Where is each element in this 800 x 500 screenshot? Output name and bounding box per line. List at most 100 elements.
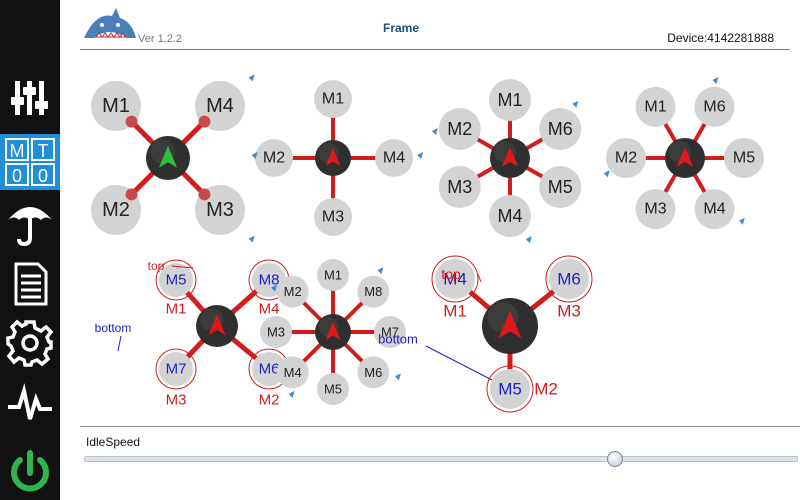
shark-logo xyxy=(84,8,136,38)
motor-label: M2 xyxy=(263,150,285,167)
tuning-sliders-icon[interactable] xyxy=(0,70,60,126)
spin-direction-icon xyxy=(251,341,258,345)
motor-label: M2 xyxy=(284,284,302,299)
motor-bottom-label: M1 xyxy=(166,301,187,318)
spin-direction-icon xyxy=(377,267,384,275)
motor-label: M3 xyxy=(206,199,234,221)
spin-direction-icon xyxy=(712,76,719,84)
spin-direction-icon xyxy=(288,390,295,398)
frame-option-hexa-plus[interactable]: M1 M6 M5 M4 M3 M2 xyxy=(603,76,767,237)
top-label: top xyxy=(441,266,461,282)
frame-option-quad-plus[interactable]: M1 M4 M3 M2 xyxy=(251,73,424,240)
slider-track[interactable] xyxy=(84,456,798,462)
frame-option-quad-coaxial[interactable]: M5M1M8M4M7M3M6M2topbottom xyxy=(95,259,290,409)
spin-direction-icon xyxy=(417,152,424,159)
motor-test-glyph: T xyxy=(38,141,49,161)
motor-top-label: M6 xyxy=(259,361,280,378)
spin-direction-icon xyxy=(402,316,409,320)
frame-option-y6[interactable]: M4M1M6M3M5 M2topbottom xyxy=(378,255,593,413)
device-id-label: Device:4142281888 xyxy=(667,31,774,45)
motor-label: M6 xyxy=(548,119,573,139)
spin-direction-icon xyxy=(81,74,88,78)
spin-direction-icon xyxy=(625,92,632,96)
version-label: Ver 1.2.2 xyxy=(138,33,183,45)
motor-bottom-label: M1 xyxy=(443,302,467,321)
spin-direction-icon xyxy=(394,373,401,381)
motor-bottom-label: M2 xyxy=(259,392,280,409)
motor-label: M4 xyxy=(497,206,522,226)
spin-direction-icon xyxy=(324,73,330,77)
motor-label: M5 xyxy=(324,382,342,397)
spin-direction-icon xyxy=(431,128,438,136)
motor-top-label: M5 xyxy=(166,272,187,289)
motor-label: M8 xyxy=(364,284,382,299)
bottom-label: bottom xyxy=(378,332,418,347)
bottom-pointer xyxy=(425,345,493,381)
spin-direction-icon xyxy=(314,253,321,257)
motor-label: M1 xyxy=(644,98,666,115)
page-title: Frame xyxy=(383,21,420,35)
spin-direction-icon xyxy=(738,217,745,225)
motor-test-icon[interactable]: M T 0 0 xyxy=(0,134,60,190)
motor-test-glyph: M xyxy=(10,141,25,161)
motor-label: M2 xyxy=(447,119,472,139)
motor-bottom-label: M3 xyxy=(557,302,581,321)
frame-selector: M1 M4 M2 M3 M1 M4 M3 M2 M1 M6 M5 M4 M3 M2 M1 M6 M5 M4 M3 M2… xyxy=(81,73,767,413)
motor-label: M1 xyxy=(497,90,522,110)
motor-label: M5 xyxy=(548,177,573,197)
motor-label: M6 xyxy=(703,98,725,115)
spin-direction-icon xyxy=(760,139,767,143)
spin-direction-icon xyxy=(441,209,448,213)
frame-option-hexa-x[interactable]: M1 M6 M5 M4 M3 M2 xyxy=(431,73,589,244)
idle-speed-slider[interactable] xyxy=(84,451,798,467)
top-label: top xyxy=(148,259,165,273)
motor-label: M2 xyxy=(615,150,637,167)
spin-direction-icon xyxy=(324,236,330,240)
motor-label: M6 xyxy=(364,365,382,380)
motor-hub-dot xyxy=(125,115,138,128)
frame-option-quad-x[interactable]: M1 M4 M2 M3 xyxy=(81,74,255,243)
slider-thumb[interactable] xyxy=(607,451,624,467)
spin-direction-icon xyxy=(582,181,589,185)
motor-top-label: M6 xyxy=(557,270,581,289)
motor-label: M5 xyxy=(733,150,755,167)
motor-label: M3 xyxy=(644,201,666,218)
motor-label: M4 xyxy=(703,201,725,218)
bottom-pointer xyxy=(117,335,122,352)
main-panel: Ver 1.2.2 Frame Device:4142281888 M1 M4 M2… xyxy=(60,0,800,500)
spin-direction-icon xyxy=(572,100,579,108)
motor-label: M1 xyxy=(102,95,130,117)
sidebar: M T 0 0 xyxy=(0,0,60,500)
motor-test-glyph: 0 xyxy=(38,166,48,186)
failsafe-umbrella-icon[interactable] xyxy=(0,195,60,251)
header-bar: Ver 1.2.2 Frame Device:4142281888 xyxy=(60,0,800,50)
motor-label: M4 xyxy=(383,150,405,167)
motor-bottom-label: M4 xyxy=(259,301,280,318)
spin-direction-icon xyxy=(339,404,346,408)
settings-gear-icon[interactable] xyxy=(0,315,60,371)
motor-label: M4 xyxy=(284,365,302,380)
motor-label: M4 xyxy=(206,95,234,117)
header-divider xyxy=(80,49,790,50)
motor-label: M2 xyxy=(102,199,130,221)
motor-top-label: M5 xyxy=(498,380,522,399)
motor-top-label: M7 xyxy=(166,361,187,378)
motor-hub-dot xyxy=(198,115,211,128)
motor-label: M1 xyxy=(322,91,344,108)
spin-direction-icon xyxy=(603,170,610,178)
footer-divider xyxy=(80,426,800,427)
motor-bottom-label: M2 xyxy=(534,380,558,399)
bottom-label: bottom xyxy=(95,321,132,335)
motor-label: M1 xyxy=(324,268,342,283)
signal-waveform-icon[interactable] xyxy=(0,376,60,432)
power-icon[interactable] xyxy=(0,444,60,500)
idle-speed-label: IdleSpeed xyxy=(86,435,141,449)
motor-label: M3 xyxy=(267,325,285,340)
spin-direction-icon xyxy=(248,235,255,243)
spin-direction-icon xyxy=(651,233,658,237)
motor-label: M3 xyxy=(322,209,344,226)
motor-bottom-label: M3 xyxy=(166,392,187,409)
log-document-icon[interactable] xyxy=(0,256,60,312)
spin-direction-icon xyxy=(488,73,495,77)
spin-direction-icon xyxy=(525,236,532,244)
